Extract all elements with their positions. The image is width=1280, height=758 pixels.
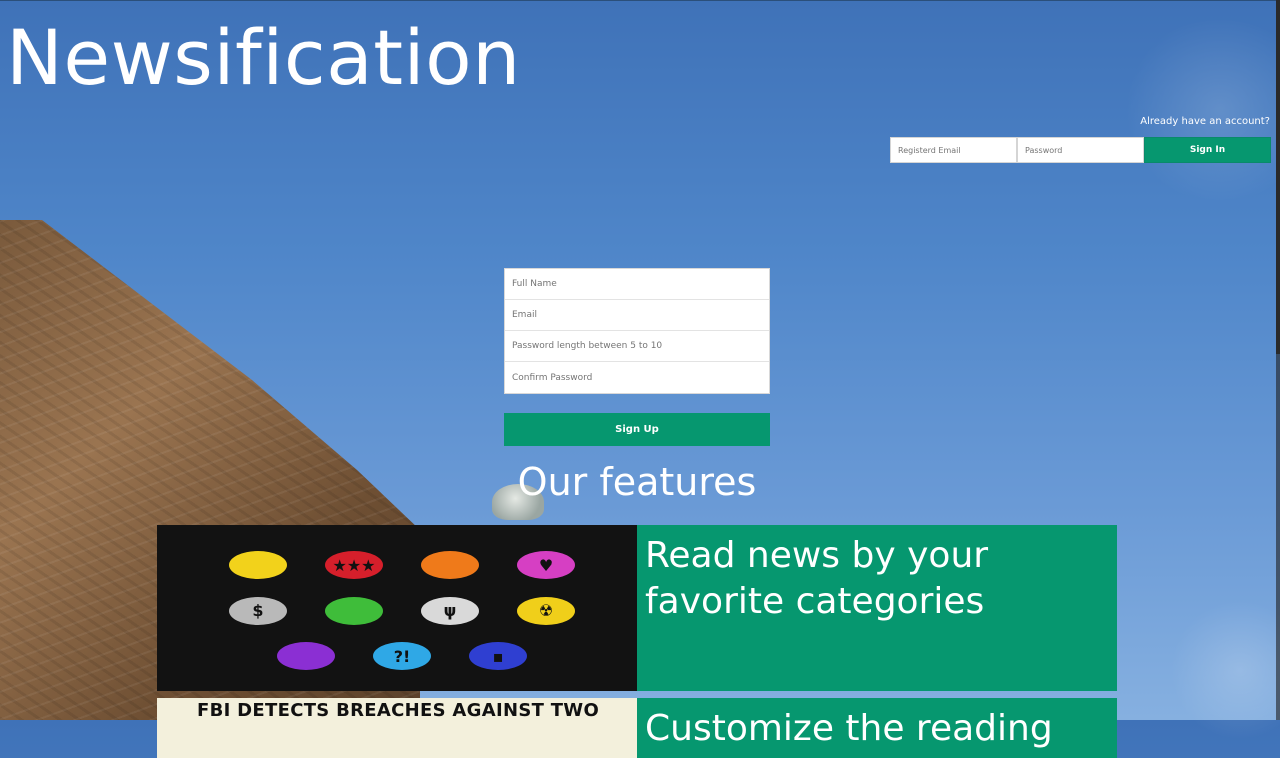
confirm-password-input[interactable]: [505, 362, 769, 393]
fork-knife-icon: ψ: [421, 596, 479, 625]
feature-card-categories: ★★★ ♥ $ ψ ☢?! ▪ Read news by your favorite ca…: [157, 525, 1117, 691]
signup-button[interactable]: Sign Up: [504, 413, 770, 446]
globe-icon: [325, 596, 383, 625]
question-exclaim-icon: ?!: [373, 642, 431, 671]
fullname-input[interactable]: [505, 269, 769, 300]
heart-icon: ♥: [517, 551, 575, 579]
scrollbar[interactable]: [1276, 0, 1280, 720]
features-title: Our features: [517, 460, 757, 504]
site-logo: Newsification: [6, 13, 521, 102]
feature-image-newspaper: FBI DETECTS BREACHES AGAINST TWO: [157, 698, 637, 758]
stars-badge-icon: ★★★: [325, 551, 383, 579]
signin-form: Sign In: [890, 137, 1271, 163]
basketball-icon: [421, 551, 479, 579]
lens-flare-lower: [1170, 600, 1280, 740]
newspaper-headline: FBI DETECTS BREACHES AGAINST TWO: [197, 700, 600, 721]
signup-password-input[interactable]: [505, 331, 769, 362]
feature-card-customize: FBI DETECTS BREACHES AGAINST TWO Customi…: [157, 698, 1117, 758]
feather-icon: [277, 642, 335, 671]
signin-password-input[interactable]: [1017, 137, 1144, 163]
feature-text-customize: Customize the reading: [637, 698, 1117, 758]
signin-email-input[interactable]: [890, 137, 1017, 163]
lens-flare: [1120, 20, 1280, 200]
category-icon-grid: ★★★ ♥ $ ψ ☢?! ▪: [217, 551, 587, 676]
signin-prompt: Already have an account?: [1140, 116, 1270, 127]
radiation-icon: ☢: [517, 596, 575, 625]
top-border: [0, 0, 1280, 1]
signin-button[interactable]: Sign In: [1144, 137, 1271, 163]
feature-image-categories: ★★★ ♥ $ ψ ☢?! ▪: [157, 525, 637, 691]
pacman-icon: [229, 551, 287, 579]
signup-email-input[interactable]: [505, 300, 769, 331]
signup-form: Sign Up: [504, 268, 770, 446]
chip-icon: ▪: [469, 642, 527, 671]
scrollbar-track: [1276, 354, 1280, 720]
dollar-icon: $: [229, 596, 287, 625]
signup-fields: [504, 268, 770, 394]
feature-text-categories: Read news by your favorite categories: [637, 525, 1117, 691]
scrollbar-thumb[interactable]: [1276, 0, 1280, 354]
